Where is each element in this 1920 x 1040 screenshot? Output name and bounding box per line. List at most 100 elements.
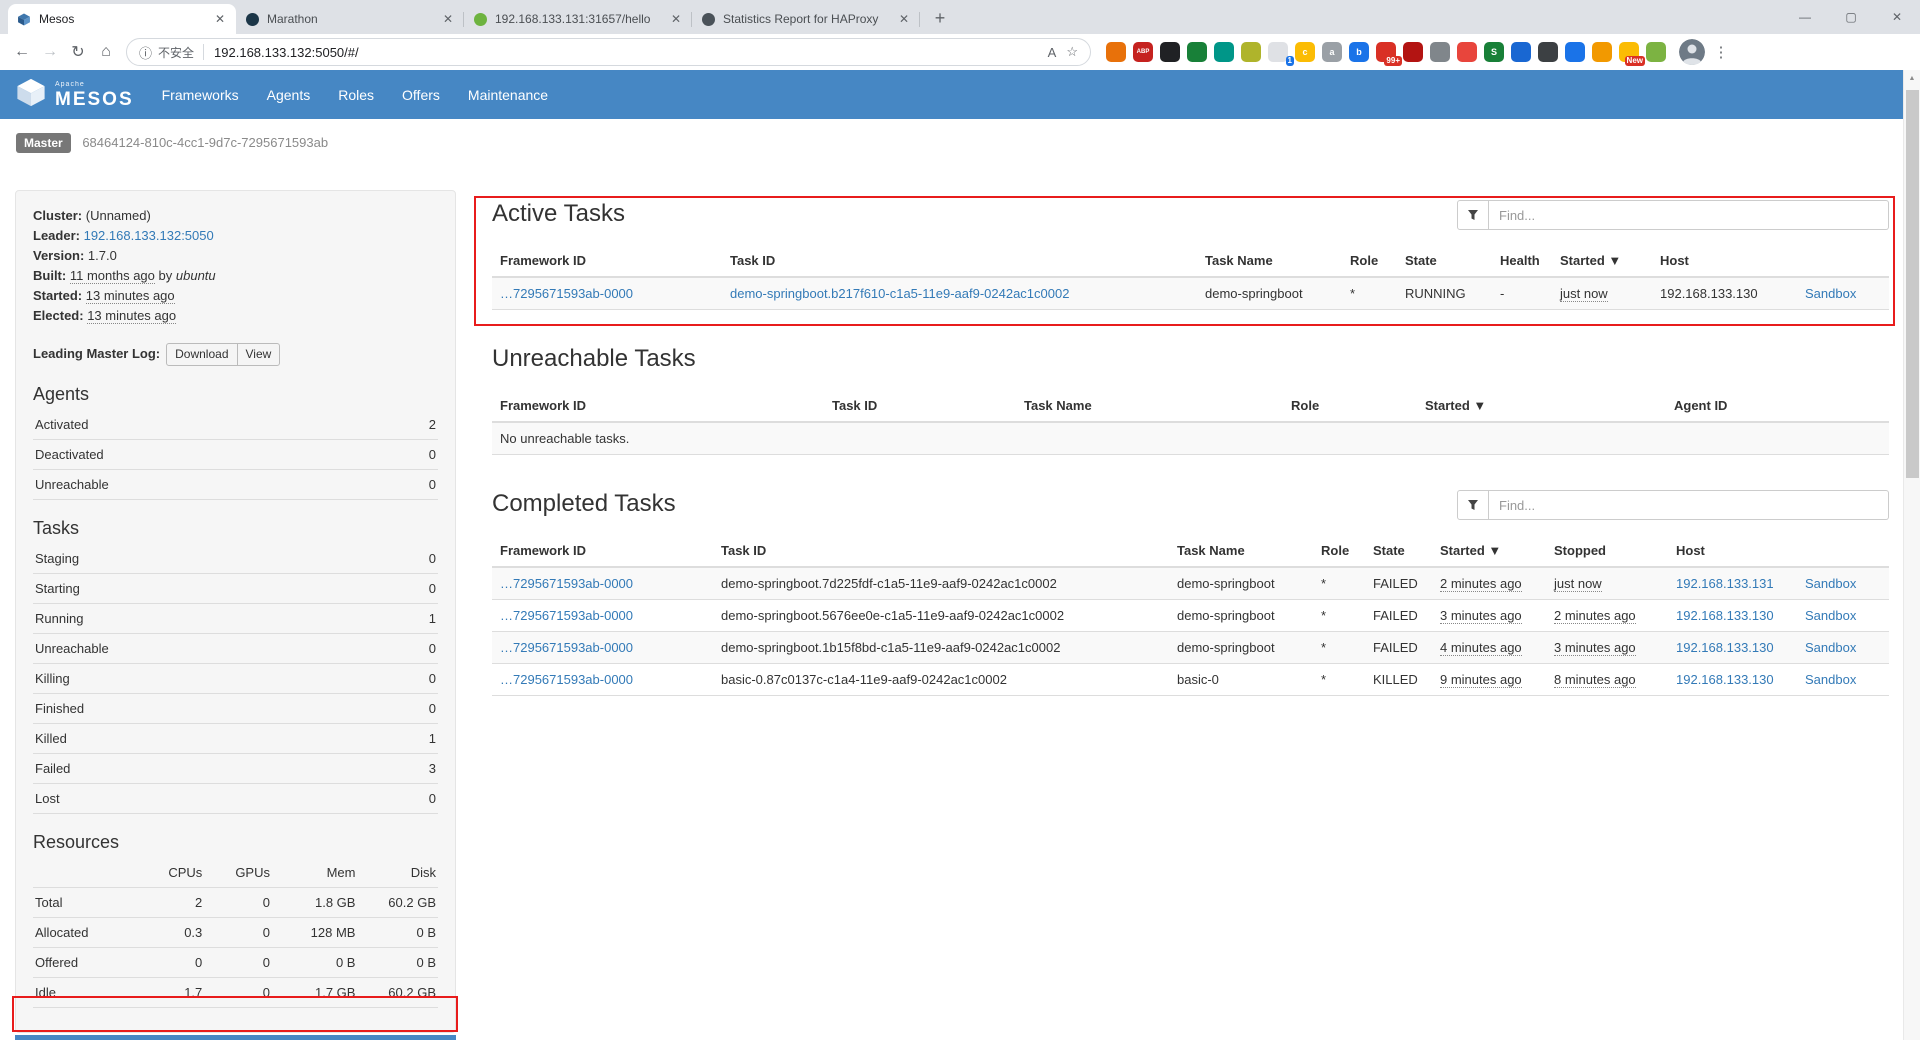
close-icon[interactable]: ✕ — [896, 11, 912, 27]
col-stopped[interactable]: Stopped — [1546, 535, 1668, 567]
extension-icon[interactable]: ABP — [1133, 42, 1153, 62]
col-task-name[interactable]: Task Name — [1197, 245, 1342, 277]
url-text[interactable]: 192.168.133.132:5050/#/ — [214, 45, 1048, 60]
home-icon[interactable]: ⌂ — [92, 38, 120, 66]
nav-item-roles[interactable]: Roles — [338, 87, 374, 103]
refresh-icon[interactable]: ↻ — [64, 38, 92, 66]
extension-icon[interactable]: 99+ — [1376, 42, 1396, 62]
close-icon[interactable]: ✕ — [440, 11, 456, 27]
find-input[interactable] — [1489, 200, 1889, 230]
extension-icon[interactable] — [1160, 42, 1180, 62]
download-log-button[interactable]: Download — [166, 343, 237, 366]
bookmark-star-icon[interactable]: ☆ — [1066, 44, 1078, 60]
translate-icon[interactable]: A — [1048, 45, 1057, 60]
scrollbar-thumb[interactable] — [1906, 90, 1919, 478]
col-task-id[interactable]: Task ID — [722, 245, 1197, 277]
framework-link[interactable]: …7295671593ab-0000 — [500, 608, 633, 623]
nav-item-maintenance[interactable]: Maintenance — [468, 87, 548, 103]
col-task-name[interactable]: Task Name — [1169, 535, 1313, 567]
extension-icon[interactable] — [1538, 42, 1558, 62]
task-id: demo-springboot.1b15f8bd-c1a5-11e9-aaf9-… — [713, 632, 1169, 664]
col-role[interactable]: Role — [1342, 245, 1397, 277]
filter-button[interactable] — [1457, 200, 1489, 230]
extension-icon[interactable]: c — [1295, 42, 1315, 62]
col-framework-id[interactable]: Framework ID — [492, 390, 824, 422]
profile-avatar[interactable] — [1679, 39, 1705, 65]
framework-link[interactable]: …7295671593ab-0000 — [500, 672, 633, 687]
extension-icon[interactable] — [1187, 42, 1207, 62]
scrollbar-up-icon[interactable]: ▲ — [1904, 70, 1920, 87]
extension-icon[interactable]: S — [1484, 42, 1504, 62]
close-window-button[interactable]: ✕ — [1874, 0, 1920, 34]
extension-icon[interactable]: a — [1322, 42, 1342, 62]
sandbox-link[interactable]: Sandbox — [1805, 576, 1856, 591]
framework-link[interactable]: …7295671593ab-0000 — [500, 640, 633, 655]
nav-item-frameworks[interactable]: Frameworks — [162, 87, 239, 103]
task-id-link[interactable]: demo-springboot.b217f610-c1a5-11e9-aaf9-… — [730, 286, 1069, 301]
browser-menu-icon[interactable]: ⋮ — [1709, 38, 1733, 66]
framework-link[interactable]: …7295671593ab-0000 — [500, 576, 633, 591]
extension-icon[interactable] — [1511, 42, 1531, 62]
close-icon[interactable]: ✕ — [668, 11, 684, 27]
tab-haproxy[interactable]: Statistics Report for HAProxy ✕ — [692, 4, 920, 34]
col-framework-id[interactable]: Framework ID — [492, 535, 713, 567]
sandbox-link[interactable]: Sandbox — [1805, 672, 1856, 687]
tab-marathon[interactable]: Marathon ✕ — [236, 4, 464, 34]
col-task-id[interactable]: Task ID — [824, 390, 1016, 422]
extension-icon[interactable] — [1592, 42, 1612, 62]
host-link[interactable]: 192.168.133.131 — [1676, 576, 1774, 591]
host-link[interactable]: 192.168.133.130 — [1676, 672, 1774, 687]
extension-icon[interactable] — [1457, 42, 1477, 62]
col-host[interactable]: Host — [1652, 245, 1797, 277]
nav-item-offers[interactable]: Offers — [402, 87, 440, 103]
col-task-name[interactable]: Task Name — [1016, 390, 1283, 422]
col-started-sorted[interactable]: Started ▼ — [1417, 390, 1666, 422]
table-row: …7295671593ab-0000 demo-springboot.7d225… — [492, 567, 1889, 600]
leader-link[interactable]: 192.168.133.132:5050 — [84, 228, 214, 243]
new-tab-button[interactable]: + — [926, 4, 954, 32]
col-role[interactable]: Role — [1313, 535, 1365, 567]
col-state[interactable]: State — [1365, 535, 1432, 567]
extension-icon[interactable] — [1565, 42, 1585, 62]
col-started-sorted[interactable]: Started ▼ — [1552, 245, 1652, 277]
col-host[interactable]: Host — [1668, 535, 1797, 567]
maximize-button[interactable]: ▢ — [1828, 0, 1874, 34]
col-state[interactable]: State — [1397, 245, 1492, 277]
close-icon[interactable]: ✕ — [212, 11, 228, 27]
extension-icon[interactable]: 1 — [1268, 42, 1288, 62]
col-task-id[interactable]: Task ID — [713, 535, 1169, 567]
filter-button[interactable] — [1457, 490, 1489, 520]
page-scrollbar[interactable]: ▲ — [1903, 70, 1920, 1040]
col-role[interactable]: Role — [1283, 390, 1417, 422]
extension-icon[interactable] — [1241, 42, 1261, 62]
col-started-sorted[interactable]: Started ▼ — [1432, 535, 1546, 567]
sandbox-link[interactable]: Sandbox — [1805, 640, 1856, 655]
address-bar[interactable]: ⓘ 不安全 192.168.133.132:5050/#/ A ☆ — [126, 38, 1091, 66]
back-icon[interactable]: ← — [8, 38, 36, 66]
col-health[interactable]: Health — [1492, 245, 1552, 277]
extension-icon[interactable]: b — [1349, 42, 1369, 62]
sandbox-link[interactable]: Sandbox — [1805, 608, 1856, 623]
extension-icon[interactable] — [1403, 42, 1423, 62]
framework-link[interactable]: …7295671593ab-0000 — [500, 286, 633, 301]
extension-icon[interactable] — [1430, 42, 1450, 62]
extension-icon[interactable] — [1646, 42, 1666, 62]
tab-hello[interactable]: 192.168.133.131:31657/hello ✕ — [464, 4, 692, 34]
mesos-brand[interactable]: Apache MESOS — [15, 78, 134, 112]
forward-icon[interactable]: → — [36, 38, 64, 66]
extension-icon[interactable] — [1214, 42, 1234, 62]
mesos-navbar: Apache MESOS Frameworks Agents Roles Off… — [0, 70, 1903, 119]
extension-icon[interactable]: New — [1619, 42, 1639, 62]
minimize-button[interactable]: — — [1782, 0, 1828, 34]
find-input[interactable] — [1489, 490, 1889, 520]
view-log-button[interactable]: View — [237, 343, 281, 366]
sandbox-link[interactable]: Sandbox — [1805, 286, 1856, 301]
tab-mesos[interactable]: Mesos ✕ — [8, 4, 236, 34]
host-link[interactable]: 192.168.133.130 — [1676, 640, 1774, 655]
host-link[interactable]: 192.168.133.130 — [1676, 608, 1774, 623]
col-framework-id[interactable]: Framework ID — [492, 245, 722, 277]
extension-icon[interactable] — [1106, 42, 1126, 62]
info-icon[interactable]: ⓘ — [139, 43, 152, 62]
col-agent-id[interactable]: Agent ID — [1666, 390, 1889, 422]
nav-item-agents[interactable]: Agents — [267, 87, 311, 103]
